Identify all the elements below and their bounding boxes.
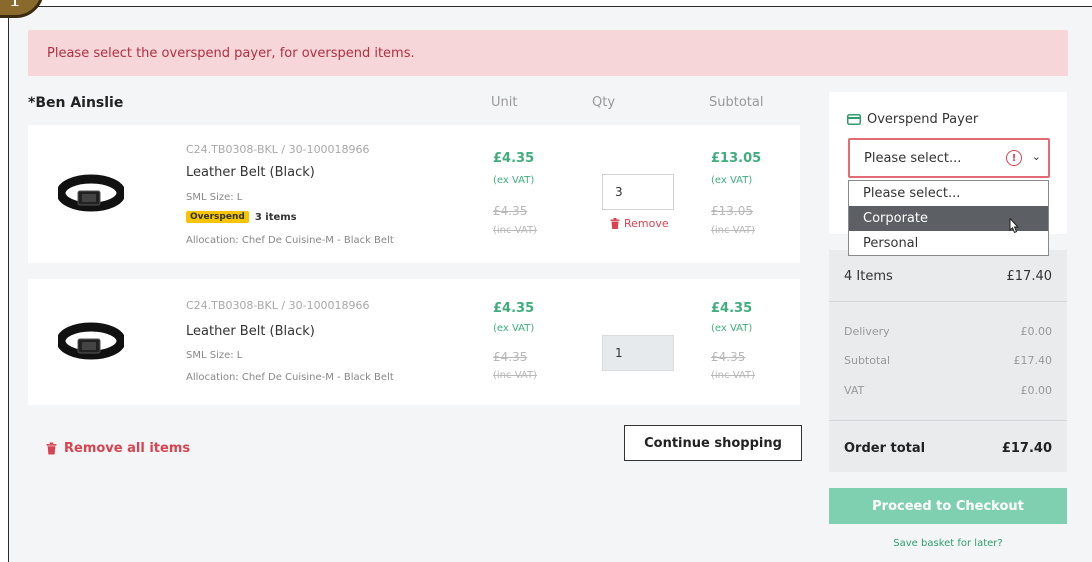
unit-price-inc: £4.35 (493, 204, 528, 218)
alert-message: Please select the overspend payer, for o… (47, 45, 415, 61)
item-subtotal: £13.05 (711, 151, 762, 166)
overspend-payer-label: Overspend Payer (867, 112, 979, 127)
item-subtotal-inc-note: (inc VAT) (711, 370, 755, 381)
remove-item-button[interactable]: Remove (610, 217, 669, 230)
item-subtotal-note: (ex VAT) (711, 175, 753, 186)
item-sku: C24.TB0308-BKL / 30-100018966 (186, 299, 370, 312)
unit-price-inc: £4.35 (493, 350, 528, 364)
vat-value: £0.00 (1020, 384, 1053, 397)
remove-all-items-button[interactable]: Remove all items (46, 441, 190, 456)
trash-icon (46, 442, 57, 455)
vat-label: VAT (844, 384, 865, 397)
divider (829, 301, 1067, 302)
credit-card-icon (847, 114, 861, 125)
step-number: 1 (9, 0, 22, 11)
summary-subtotal-row: Subtotal £17.40 (844, 354, 1052, 367)
recipient-name: *Ben Ainslie (28, 95, 124, 111)
column-header-subtotal: Subtotal (709, 95, 764, 110)
quantity-input[interactable]: 3 (602, 174, 674, 210)
overspend-alert: Please select the overspend payer, for o… (28, 30, 1068, 76)
remove-all-label: Remove all items (64, 441, 191, 456)
item-subtotal-inc-note: (inc VAT) (711, 225, 755, 236)
basket-item: C24.TB0308-BKL / 30-100018966 Leather Be… (28, 125, 800, 263)
select-value: Please select... (864, 150, 962, 166)
items-count: 4 Items (844, 269, 893, 284)
overspend-count: 3 items (254, 211, 297, 223)
item-subtotal: £4.35 (711, 301, 753, 316)
summary-items-row: 4 Items £17.40 (844, 269, 1052, 284)
column-header-unit: Unit (491, 95, 518, 110)
summary-vat-row: VAT £0.00 (844, 384, 1052, 397)
item-sku: C24.TB0308-BKL / 30-100018966 (186, 143, 370, 156)
basket-item: C24.TB0308-BKL / 30-100018966 Leather Be… (28, 279, 800, 405)
unit-price-inc-note: (inc VAT) (493, 225, 537, 236)
summary-total-row: Order total £17.40 (844, 441, 1052, 456)
subtotal-value: £17.40 (1013, 354, 1053, 367)
trash-icon (610, 218, 620, 229)
overspend-badge: Overspend (186, 211, 249, 223)
leather-belt-image (58, 322, 124, 360)
remove-label: Remove (624, 217, 669, 230)
proceed-to-checkout-button[interactable]: Proceed to Checkout (829, 488, 1067, 524)
mouse-pointer-icon (1009, 218, 1019, 234)
item-subtotal-inc: £4.35 (711, 350, 746, 364)
unit-price: £4.35 (493, 301, 535, 316)
unit-price: £4.35 (493, 151, 535, 166)
quantity-input: 1 (602, 335, 674, 371)
item-allocation: Allocation: Chef De Cuisine-M - Black Be… (186, 372, 394, 383)
column-header-qty: Qty (592, 95, 616, 110)
items-total: £17.40 (1006, 269, 1053, 284)
delivery-label: Delivery (844, 325, 890, 338)
item-name[interactable]: Leather Belt (Black) (186, 324, 315, 339)
order-total-label: Order total (844, 441, 926, 456)
error-icon: ! (1006, 150, 1022, 166)
item-subtotal-note: (ex VAT) (711, 323, 753, 334)
subtotal-label: Subtotal (844, 354, 891, 367)
item-size: SML Size: L (186, 192, 243, 203)
item-allocation: Allocation: Chef De Cuisine-M - Black Be… (186, 235, 394, 246)
item-size: SML Size: L (186, 350, 243, 361)
order-total-value: £17.40 (1001, 441, 1052, 456)
quantity-value: 1 (615, 346, 623, 360)
item-subtotal-inc: £13.05 (711, 204, 753, 218)
divider (829, 420, 1067, 421)
delivery-value: £0.00 (1020, 325, 1053, 338)
overspend-row: Overspend 3 items (186, 211, 297, 223)
overspend-payer-label-row: Overspend Payer (847, 112, 978, 127)
option-please-select[interactable]: Please select... (849, 181, 1048, 206)
leather-belt-image (58, 174, 124, 212)
save-basket-link[interactable]: Save basket for later? (829, 538, 1067, 549)
unit-price-note: (ex VAT) (493, 175, 535, 186)
chevron-down-icon: ⌄ (1031, 150, 1041, 163)
summary-delivery-row: Delivery £0.00 (844, 325, 1052, 338)
order-summary: 4 Items £17.40 Delivery £0.00 Subtotal £… (829, 250, 1067, 472)
quantity-value: 3 (615, 185, 623, 199)
unit-price-inc-note: (inc VAT) (493, 370, 537, 381)
overspend-payer-select[interactable]: Please select... ! ⌄ (848, 138, 1050, 178)
unit-price-note: (ex VAT) (493, 323, 535, 334)
item-name[interactable]: Leather Belt (Black) (186, 165, 315, 180)
continue-shopping-button[interactable]: Continue shopping (624, 425, 802, 461)
